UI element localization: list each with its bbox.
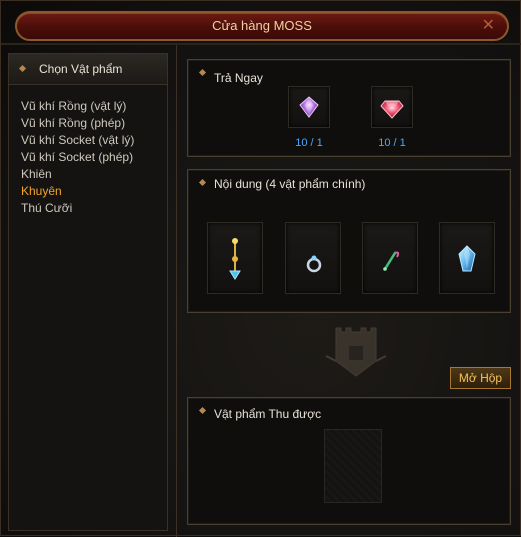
category-header-label: Chọn Vật phẩm	[39, 62, 123, 76]
red-gem-icon	[380, 100, 404, 119]
purple-gem-icon	[299, 96, 319, 118]
category-item-shield[interactable]: Khiên	[21, 166, 134, 183]
diamond-bullet-icon	[198, 68, 207, 77]
category-item-dragon-physical[interactable]: Vũ khí Rồng (vật lý)	[21, 98, 134, 115]
cost-qty-purple: 10 / 1	[295, 137, 323, 149]
category-item-socket-physical[interactable]: Vũ khí Socket (vật lý)	[21, 132, 134, 149]
content-slot-3[interactable]	[362, 222, 418, 294]
pay-now-title: Trả Ngay	[214, 71, 263, 85]
diamond-bullet-icon	[198, 406, 207, 415]
result-slot[interactable]	[324, 429, 382, 503]
cost-slot-purple-gem[interactable]	[288, 86, 330, 128]
diamond-bullet-icon	[198, 178, 207, 187]
content-slot-4[interactable]	[439, 222, 495, 294]
category-item-earring[interactable]: Khuyên	[21, 183, 134, 200]
category-list: Vũ khí Rồng (vật lý) Vũ khí Rồng (phép) …	[21, 98, 134, 217]
category-item-socket-magic[interactable]: Vũ khí Socket (phép)	[21, 149, 134, 166]
pay-now-section: Trả Ngay	[187, 59, 511, 157]
blue-crystal-icon	[458, 245, 476, 272]
diamond-bullet-icon	[18, 64, 27, 73]
close-icon[interactable]: ✕	[482, 15, 495, 37]
shop-window: Cửa hàng MOSS ✕ Chọn Vật phẩm Vũ khí Rồn…	[0, 0, 521, 537]
content-slot-2[interactable]	[285, 222, 341, 294]
content-slot-1[interactable]	[207, 222, 263, 294]
castle-emblem-icon	[325, 327, 387, 377]
cost-qty-red: 10 / 1	[378, 137, 406, 149]
cost-slot-red-gem[interactable]	[371, 86, 413, 128]
category-item-mount[interactable]: Thú Cưỡi	[21, 200, 134, 217]
category-item-dragon-magic[interactable]: Vũ khí Rồng (phép)	[21, 115, 134, 132]
open-box-button[interactable]: Mở Hộp	[450, 367, 511, 389]
contents-title: Nội dung (4 vật phẩm chính)	[214, 177, 366, 191]
window-title: Cửa hàng MOSS	[212, 18, 312, 33]
green-staff-icon	[383, 251, 400, 271]
title-bar: Cửa hàng MOSS ✕	[15, 11, 509, 41]
result-title: Vật phẩm Thu được	[214, 407, 322, 421]
golden-wand-icon	[229, 238, 241, 280]
ring-icon	[306, 255, 322, 273]
category-header: Chọn Vật phẩm	[9, 54, 167, 85]
category-panel: Chọn Vật phẩm Vũ khí Rồng (vật lý) Vũ kh…	[8, 53, 168, 531]
